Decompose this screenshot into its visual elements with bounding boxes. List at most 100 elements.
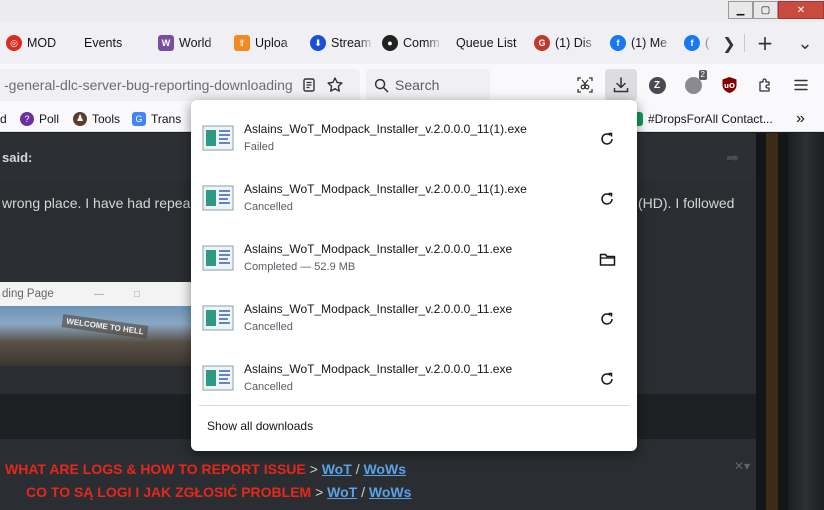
navigation-bar: -general-dlc-server-bug-reporting-downlo… [0,64,824,105]
target-icon: ◎ [6,35,22,51]
tab-facebook-messages[interactable]: f (1) Me [598,26,674,60]
signature-text: CO TO SĄ LOGI I JAK ZGŁOSIĆ PROBLEM [26,484,312,500]
search-input[interactable] [395,77,485,93]
retry-download-button[interactable] [595,187,619,211]
new-tab-button[interactable]: + [752,22,778,64]
signature-link-wows[interactable]: WoWs [363,461,406,477]
embedded-window-title: ding Page —□ [0,282,192,306]
bookmark-label: #DropsForAll Contact... [648,111,773,126]
bookmark-label: Tools [92,111,121,126]
star-icon [327,77,343,92]
upload-icon: ⇧ [234,35,250,51]
app-menu-button[interactable] [785,69,817,101]
bookmark-item[interactable]: d [0,105,7,132]
facebook-icon: f [684,35,700,51]
embedded-screenshot: ding Page —□ WELCOME TO HELL [0,282,192,366]
minimize-button[interactable]: ▁ [728,1,753,19]
folder-icon [599,253,615,266]
tab-community[interactable]: ● Comm [374,26,442,60]
tab-label: ( [705,36,710,50]
ublock-shield-icon: uO [722,77,736,93]
reader-view-button[interactable] [296,72,322,98]
retry-icon [601,372,613,385]
download-item[interactable]: Aslains_WoT_Modpack_Installer_v.2.0.0.0_… [191,345,637,405]
tab-label: Uploa [255,36,288,50]
screenshot-icon [577,77,593,93]
plus-icon: + [756,31,774,55]
download-status: Cancelled [244,321,293,333]
installer-file-icon [202,305,234,331]
screenshot-button[interactable] [569,69,601,101]
search-box[interactable] [366,69,490,101]
tab-label: Queue List [456,36,517,50]
download-status: Failed [244,141,274,153]
download-item[interactable]: Aslains_WoT_Modpack_Installer_v.2.0.0.0_… [191,225,637,285]
puzzle-icon [758,77,770,92]
decorative-stripe [766,133,778,510]
download-item[interactable]: Aslains_WoT_Modpack_Installer_v.2.0.0.0_… [191,285,637,345]
window-titlebar: ▁ ▢ ✕ [0,0,824,22]
stream-icon: ⬇ [310,35,326,51]
decorative-stripe [788,133,824,510]
download-item[interactable]: Aslains_WoT_Modpack_Installer_v.2.0.0.0_… [191,105,637,165]
download-filename: Aslains_WoT_Modpack_Installer_v.2.0.0.0_… [244,242,513,256]
welcome-sign: WELCOME TO HELL [61,314,149,339]
installer-file-icon [202,185,234,211]
translate-icon: G [132,111,146,126]
share-arrow-icon[interactable]: ➦ [726,148,739,168]
download-item[interactable]: Aslains_WoT_Modpack_Installer_v.2.0.0.0_… [191,165,637,225]
tab-queue-list[interactable]: Queue List [442,26,522,60]
extension-zotero-button[interactable]: Z [641,69,673,101]
dismiss-icon[interactable]: ✕▾ [734,459,750,473]
retry-download-button[interactable] [595,307,619,331]
downloads-separator [199,405,629,406]
download-icon [613,77,629,93]
tab-world[interactable]: W World [146,26,222,60]
installer-file-icon [202,245,234,271]
open-folder-button[interactable] [595,247,619,271]
chevron-right-icon: ❯ [722,33,736,53]
bookmark-tools[interactable]: ♟ Tools [73,105,120,132]
signature-link-wows[interactable]: WoWs [369,484,412,500]
discord-icon: G [534,35,550,51]
tab-label: (1) Dis [555,36,592,50]
bookmark-poll[interactable]: ? Poll [20,105,59,132]
extension-ublock-button[interactable]: uO [713,69,745,101]
bookmark-label: d [0,111,7,126]
signature-link-wot[interactable]: WoT [322,461,352,477]
reader-view-icon [303,78,315,92]
tab-label: World [179,36,212,50]
signature-link-wot[interactable]: WoT [327,484,357,500]
show-all-downloads-button[interactable]: Show all downloads [207,419,313,433]
retry-download-button[interactable] [595,127,619,151]
url-text[interactable]: -general-dlc-server-bug-reporting-downlo… [0,77,296,93]
tab-label: Stream [331,36,372,50]
bookmark-translate[interactable]: G Trans [132,105,181,132]
tab-upload[interactable]: ⇧ Uploa [222,26,298,60]
close-window-button[interactable]: ✕ [778,1,824,19]
extension-badge-button[interactable]: 2 [677,69,709,101]
maximize-button[interactable]: ▢ [753,1,778,19]
retry-icon [601,312,613,325]
extensions-button[interactable] [749,69,781,101]
downloads-button[interactable] [605,69,637,101]
tab-discord[interactable]: G (1) Dis [522,26,598,60]
signature-separator: > [309,461,318,477]
bookmark-star-button[interactable] [322,72,348,98]
list-all-tabs-button[interactable]: ⌄ [792,22,818,64]
bookmarks-overflow-button[interactable]: » [796,105,805,132]
address-bar[interactable]: -general-dlc-server-bug-reporting-downlo… [0,69,360,101]
bookmark-drops-for-all[interactable]: #DropsForAll Contact... [633,105,773,132]
tab-stream[interactable]: ⬇ Stream [298,26,374,60]
scroll-tabs-right-button[interactable]: ❯ [718,22,740,64]
retry-download-button[interactable] [595,367,619,391]
download-filename: Aslains_WoT_Modpack_Installer_v.2.0.0.0_… [244,182,527,196]
search-icon [374,78,389,92]
tab-events[interactable]: Events [70,26,146,60]
retry-icon [601,192,613,205]
tab-mod[interactable]: ◎ MOD [0,26,70,60]
post-text: wrong place. I have had repeate [2,195,203,211]
signature-separator: / [355,461,360,477]
tab-facebook[interactable]: f ( [674,26,714,60]
signature-line-en: WHAT ARE LOGS & HOW TO REPORT ISSUE > Wo… [5,461,406,477]
